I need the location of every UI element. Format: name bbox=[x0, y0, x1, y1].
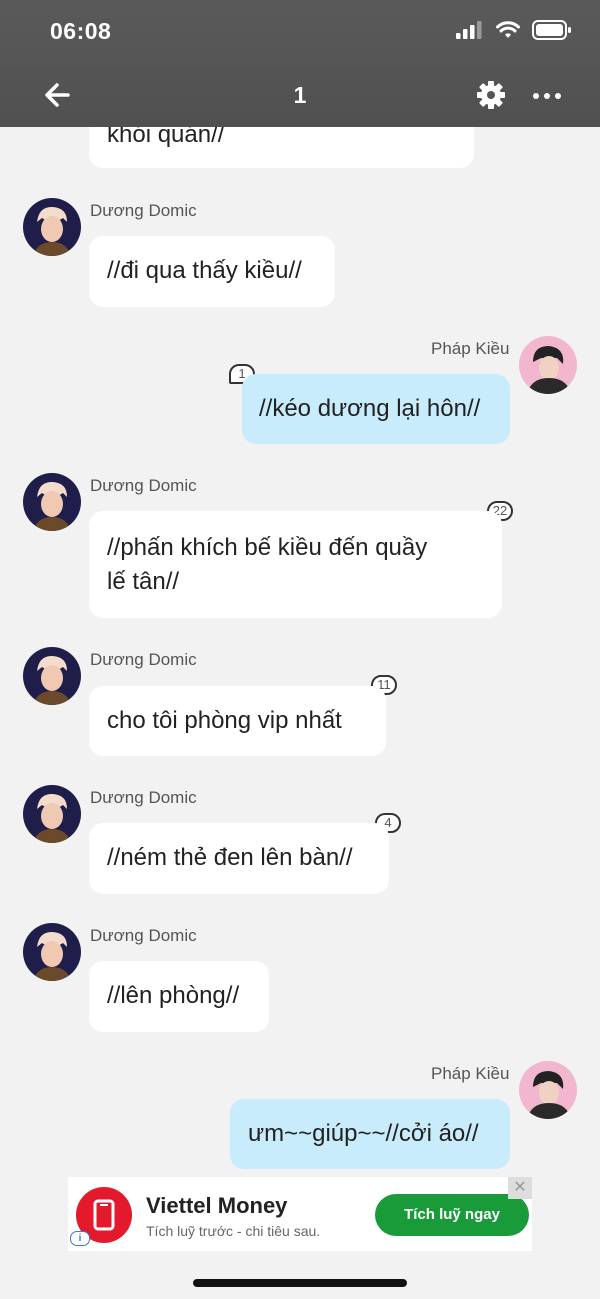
avatar[interactable] bbox=[519, 1061, 577, 1119]
message-text: //lên phòng// bbox=[107, 982, 240, 1009]
message-text-line: lế tân// bbox=[107, 568, 180, 595]
sender-name: Dương Domic bbox=[90, 476, 197, 495]
home-indicator[interactable] bbox=[193, 1279, 407, 1287]
message-text: //đi qua thấy kiều// bbox=[107, 257, 302, 284]
sender-name: Pháp Kiều bbox=[431, 1064, 510, 1083]
avatar[interactable] bbox=[23, 785, 81, 843]
sender-name: Dương Domic bbox=[90, 926, 197, 945]
ad-cta-button[interactable]: Tích luỹ ngay bbox=[375, 1194, 529, 1236]
avatar[interactable] bbox=[23, 198, 81, 256]
message-text-line: //phấn khích bế kiều đến quầy bbox=[107, 534, 428, 561]
ad-info-icon[interactable]: i bbox=[70, 1231, 90, 1246]
message-bubble[interactable]: //đi qua thấy kiều// bbox=[89, 236, 335, 307]
sender-name: Dương Domic bbox=[90, 650, 197, 669]
message-bubble[interactable]: //lên phòng// bbox=[89, 961, 269, 1032]
top-bar: 06:08 1 bbox=[0, 0, 600, 127]
battery-icon bbox=[532, 20, 571, 40]
more-icon[interactable] bbox=[530, 84, 564, 108]
message-bubble[interactable]: //ném thẻ đen lên bàn// bbox=[89, 823, 389, 894]
wifi-icon bbox=[496, 21, 520, 38]
sender-name: Dương Domic bbox=[90, 201, 197, 220]
chat-title: 1 bbox=[293, 82, 307, 108]
message-text: cho tôi phòng vip nhất bbox=[107, 707, 342, 734]
avatar[interactable] bbox=[23, 923, 81, 981]
status-icons bbox=[456, 20, 572, 40]
avatar[interactable] bbox=[23, 473, 81, 531]
message-bubble[interactable]: ưm~~giúp~~//cởi áo// bbox=[230, 1099, 510, 1169]
sender-name: Pháp Kiều bbox=[431, 339, 510, 358]
message-bubble[interactable]: //phấn khích bế kiều đến quầy lế tân// bbox=[89, 511, 502, 618]
avatar[interactable] bbox=[23, 647, 81, 705]
status-time: 06:08 bbox=[50, 18, 112, 44]
ad-title: Viettel Money bbox=[146, 1193, 288, 1218]
gear-icon[interactable] bbox=[474, 78, 508, 112]
ad-close-icon[interactable]: ✕ bbox=[508, 1177, 532, 1199]
avatar[interactable] bbox=[519, 336, 577, 394]
message-bubble[interactable]: //kéo dương lại hôn// bbox=[242, 374, 510, 444]
message-bubble[interactable]: cho tôi phòng vip nhất bbox=[89, 686, 386, 756]
message-text: //kéo dương lại hôn// bbox=[259, 395, 481, 422]
sender-name: Dương Domic bbox=[90, 788, 197, 807]
ad-banner[interactable]: Viettel Money Tích luỹ trước - chi tiêu … bbox=[68, 1177, 532, 1251]
signal-icon bbox=[456, 21, 482, 39]
message-text: //ném thẻ đen lên bàn// bbox=[107, 844, 353, 871]
message-text: ưm~~giúp~~//cởi áo// bbox=[248, 1120, 479, 1147]
ad-subtitle: Tích luỹ trước - chi tiêu sau. bbox=[146, 1223, 321, 1239]
